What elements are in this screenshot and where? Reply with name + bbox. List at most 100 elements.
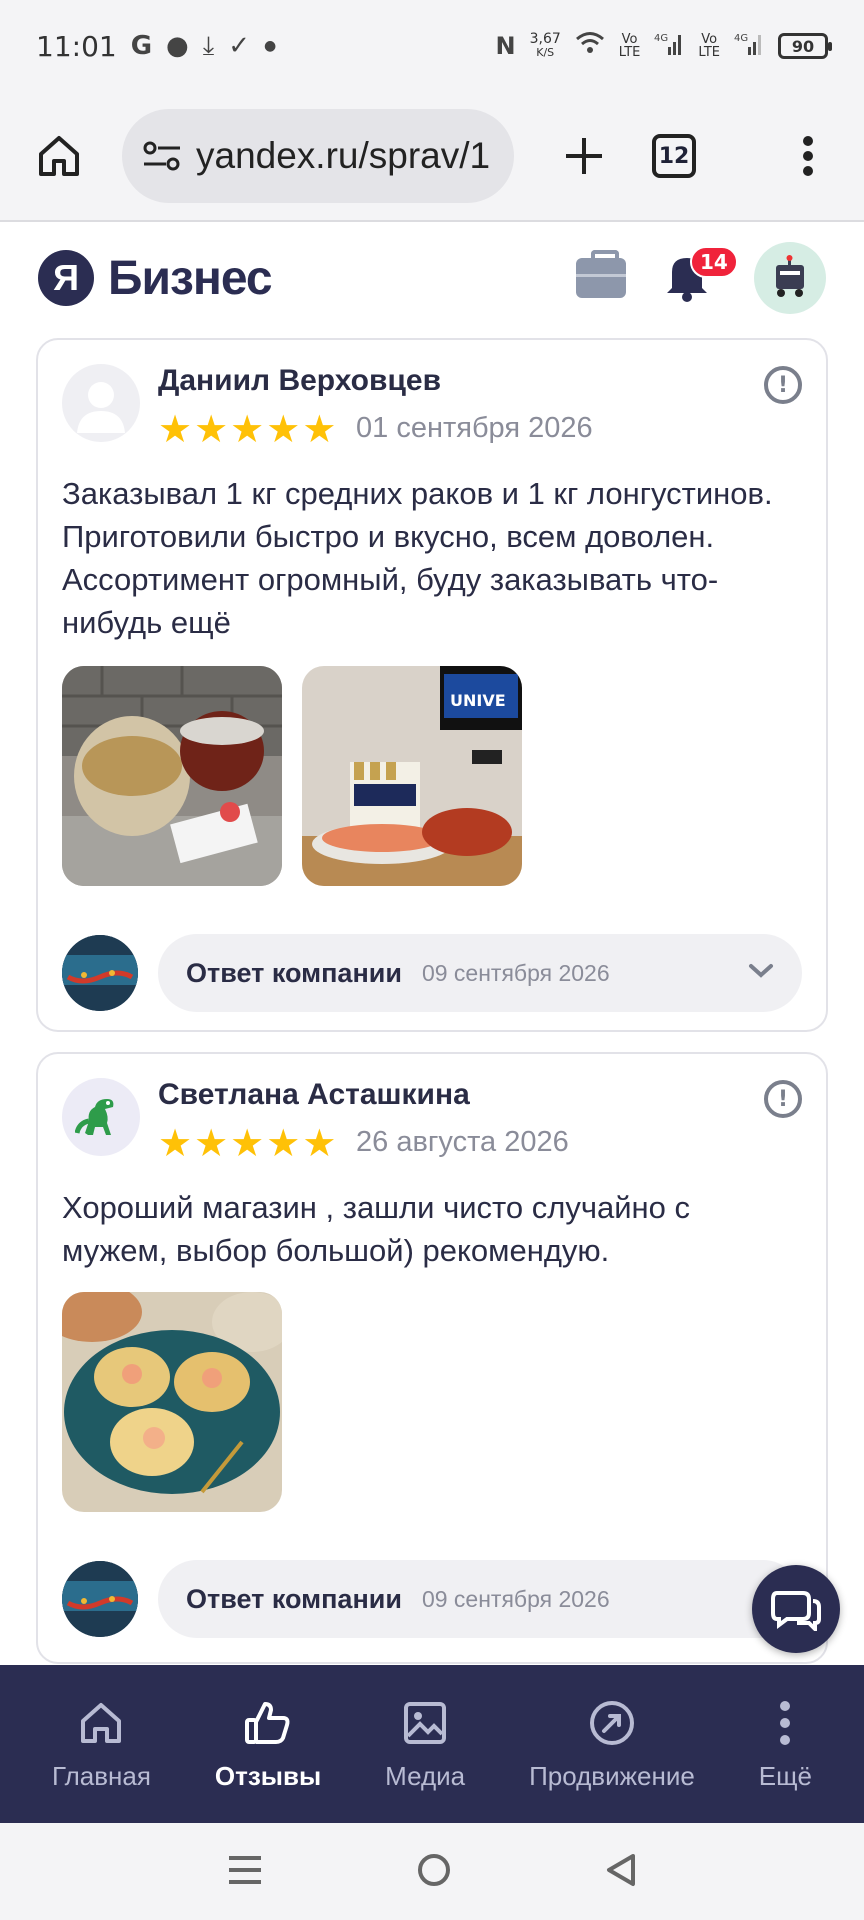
network-speed: 3,67 K/S xyxy=(530,32,561,60)
report-button[interactable]: ! xyxy=(764,366,802,404)
home-icon xyxy=(39,136,79,176)
site-settings-icon xyxy=(143,141,180,171)
review-photo[interactable] xyxy=(62,1292,282,1512)
reviewer-name[interactable]: Даниил Верховцев xyxy=(158,364,441,398)
address-bar[interactable]: yandex.ru/sprav/1 xyxy=(122,109,514,203)
home-icon xyxy=(77,1697,125,1749)
star-icon: ★ xyxy=(230,1121,265,1165)
review-text: Хороший магазин , зашли чисто случайно с… xyxy=(62,1190,691,1268)
company-reply[interactable]: Ответ компании 09 сентября 2026 xyxy=(62,934,802,1012)
image-icon xyxy=(402,1697,448,1749)
star-icon: ★ xyxy=(266,1121,301,1165)
review-date: 26 августа 2026 xyxy=(356,1126,569,1158)
system-navigation-bar xyxy=(0,1823,864,1920)
reviewer-name[interactable]: Светлана Асташкина xyxy=(158,1078,470,1112)
svg-text:4G: 4G xyxy=(654,33,668,44)
yandex-logo[interactable]: Я xyxy=(38,250,94,306)
briefcase-icon[interactable] xyxy=(576,250,626,298)
nav-label: Главная xyxy=(51,1760,151,1791)
review-card: Светлана Асташкина ★ ★ ★ ★ ★ 26 августа 2026… xyxy=(36,1052,828,1664)
svg-text:UNIVE: UNIVE xyxy=(450,691,506,710)
star-icon: ★ xyxy=(194,407,229,451)
back-triangle-icon xyxy=(607,1853,636,1886)
svg-text:4G: 4G xyxy=(734,33,748,44)
star-icon: ★ xyxy=(266,407,301,451)
circle-icon xyxy=(417,1853,450,1886)
notification-badge: 14 xyxy=(690,246,738,278)
star-icon: ★ xyxy=(158,407,193,451)
rating-stars: ★ ★ ★ ★ ★ xyxy=(158,1124,336,1162)
star-icon: ★ xyxy=(158,1121,193,1165)
network-speed-unit: K/S xyxy=(536,46,555,59)
star-icon: ★ xyxy=(302,407,337,451)
reviewer-avatar[interactable] xyxy=(62,1078,140,1156)
company-reply[interactable]: Ответ компании 09 сентября 2026 xyxy=(62,1560,802,1638)
review-card: Даниил Верховцев ★ ★ ★ ★ ★ 01 сентября 2026 … xyxy=(36,338,828,1032)
nav-item-media[interactable]: Медиа xyxy=(385,1697,465,1792)
bottom-navigation: Главная Отзывы Медиа Продвижение Ещё xyxy=(0,1665,864,1823)
url-text: yandex.ru/sprav/1 xyxy=(196,135,491,176)
exclamation-icon: ! xyxy=(777,372,789,398)
reply-title: Ответ компании xyxy=(186,1583,402,1614)
company-avatar xyxy=(62,935,138,1011)
compass-icon xyxy=(588,1697,636,1749)
robot-courier-icon xyxy=(776,255,804,297)
browser-menu-button[interactable] xyxy=(788,135,828,177)
reply-title: Ответ компании xyxy=(186,957,402,988)
report-button[interactable]: ! xyxy=(764,1080,802,1118)
recent-apps-button[interactable] xyxy=(227,1854,263,1890)
status-bar: 11:01 G ● ⤓ ✓ ● N 3,67 K/S Vo LTE 4G Vo LT… xyxy=(0,0,864,92)
chevron-down-icon xyxy=(748,963,774,983)
signal-2-icon: 4G xyxy=(734,31,764,61)
dot-icon: ● xyxy=(264,38,277,54)
review-photos: UNIVE xyxy=(62,666,522,886)
review-photo[interactable] xyxy=(62,666,282,886)
nav-item-promotion[interactable]: Продвижение xyxy=(529,1697,695,1792)
business-logo-text[interactable]: Бизнес xyxy=(108,251,273,306)
rating-stars: ★ ★ ★ ★ ★ xyxy=(158,410,336,448)
browser-home-button[interactable] xyxy=(24,121,94,191)
support-chat-button[interactable] xyxy=(752,1565,840,1653)
reply-date: 09 сентября 2026 xyxy=(421,1585,610,1612)
chat-bubbles-icon xyxy=(771,1591,821,1631)
dinosaur-icon xyxy=(75,1099,114,1135)
review-photos xyxy=(62,1292,282,1512)
reply-toggle[interactable]: Ответ компании 09 сентября 2026 xyxy=(158,934,802,1012)
tab-switcher-button[interactable]: 12 xyxy=(652,134,696,178)
review-photo[interactable]: UNIVE xyxy=(302,666,522,886)
more-vertical-icon xyxy=(803,136,813,176)
volte-2-icon: Vo LTE xyxy=(698,32,720,60)
star-icon: ★ xyxy=(194,1121,229,1165)
battery-indicator: 90 xyxy=(778,33,832,59)
reply-date: 09 сентября 2026 xyxy=(421,959,610,986)
system-home-button[interactable] xyxy=(416,1852,452,1892)
profile-avatar[interactable] xyxy=(754,242,826,314)
reviewer-avatar[interactable] xyxy=(62,364,140,442)
company-avatar xyxy=(62,1561,138,1637)
menu-lines-icon xyxy=(228,1855,261,1884)
new-tab-button[interactable] xyxy=(544,116,624,196)
volte-1-icon: Vo LTE xyxy=(618,32,641,60)
reply-toggle[interactable]: Ответ компании 09 сентября 2026 xyxy=(158,1560,802,1638)
exclamation-icon: ! xyxy=(777,1086,789,1112)
nav-label: Медиа xyxy=(385,1760,466,1791)
app-notification-icon: ● xyxy=(166,31,189,61)
download-icon: ⤓ xyxy=(202,30,215,61)
star-icon: ★ xyxy=(302,1121,337,1165)
browser-toolbar: yandex.ru/sprav/1 12 xyxy=(0,92,864,220)
system-back-button[interactable] xyxy=(605,1852,637,1892)
google-icon: G xyxy=(130,31,153,61)
nav-item-more[interactable]: Ещё xyxy=(759,1697,812,1792)
more-vertical-icon xyxy=(779,1697,791,1749)
nav-label: Отзывы xyxy=(214,1760,322,1791)
star-icon: ★ xyxy=(230,407,265,451)
nav-item-home[interactable]: Главная xyxy=(52,1697,151,1792)
signal-1-icon: 4G xyxy=(654,31,684,61)
page-content: Я Бизнес 14 Даниил Верховцев ★ ★ ★ ★ ★ 01 се… xyxy=(0,222,864,1665)
nav-item-reviews[interactable]: Отзывы xyxy=(215,1697,321,1792)
plus-icon xyxy=(566,138,602,174)
thumbs-up-icon xyxy=(243,1697,293,1749)
wifi-icon xyxy=(575,31,605,62)
notifications-button[interactable]: 14 xyxy=(664,246,738,306)
user-silhouette-icon xyxy=(77,382,125,433)
